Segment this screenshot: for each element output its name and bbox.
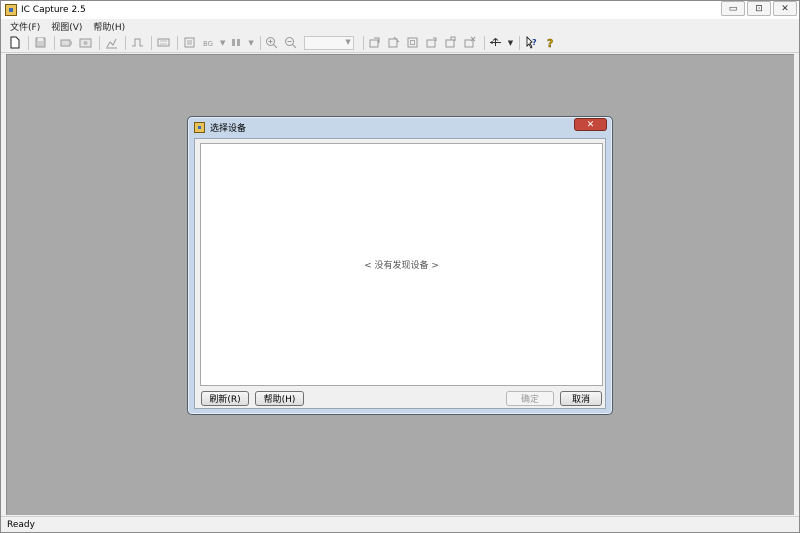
frame-filter-icon[interactable] <box>181 35 197 51</box>
usb-device-icon <box>488 35 504 51</box>
roi-icon[interactable] <box>386 35 402 51</box>
video-format-icon[interactable] <box>155 35 171 51</box>
dialog-close-button[interactable]: ✕ <box>574 118 607 131</box>
context-help-icon[interactable]: ? <box>523 35 539 51</box>
chevron-down-icon: ▼ <box>345 37 351 46</box>
help-icon[interactable]: ? <box>542 35 558 51</box>
close-button[interactable]: ✕ <box>773 1 797 16</box>
zoom-out-icon[interactable] <box>283 35 299 51</box>
color-format-icon: BG <box>200 35 216 51</box>
toolbar-separator <box>362 35 364 50</box>
snapshot-icon[interactable] <box>77 35 93 51</box>
menu-file[interactable]: 文件(F) <box>10 20 40 33</box>
dialog-app-icon <box>194 121 205 133</box>
svg-text:?: ? <box>547 37 553 49</box>
toolbar-separator <box>519 35 521 50</box>
help-button[interactable]: 帮助(H) <box>255 391 304 406</box>
flip-icon[interactable] <box>443 35 459 51</box>
rotate-icon[interactable] <box>424 35 440 51</box>
toolbar: BG ▼ ▼ ▼ ▼ ? ? <box>1 33 799 53</box>
histogram-icon[interactable] <box>103 35 119 51</box>
toolbar-separator <box>259 35 261 50</box>
cancel-button[interactable]: 取消 <box>560 391 602 406</box>
title-bar: IC Capture 2.5 ▭ ⊡ ✕ <box>1 1 799 19</box>
device-list-empty-message: < 没有发现设备 > <box>364 261 439 271</box>
status-text: Ready <box>7 519 35 530</box>
menu-view[interactable]: 视图(V) <box>51 20 82 33</box>
ok-button[interactable]: 确定 <box>506 391 554 406</box>
toolbar-separator <box>483 35 485 50</box>
dialog-body: < 没有发现设备 > 刷新(R) 帮助(H) 确定 取消 <box>194 138 606 409</box>
dialog-title-bar: 选择设备 ✕ <box>188 117 612 137</box>
chevron-down-icon: ▼ <box>248 38 254 47</box>
window-controls: ▭ ⊡ ✕ <box>719 1 797 16</box>
status-bar: Ready <box>1 516 799 532</box>
menu-help[interactable]: 帮助(H) <box>93 20 125 33</box>
app-icon <box>5 4 17 16</box>
svg-text:?: ? <box>532 38 537 47</box>
new-file-icon[interactable] <box>6 35 22 51</box>
device-settings-dropdown[interactable]: ▼ <box>228 35 254 51</box>
capture-to-clipboard-icon[interactable] <box>58 35 74 51</box>
chevron-down-icon: ▼ <box>220 38 226 47</box>
window-title: IC Capture 2.5 <box>21 5 86 15</box>
dialog-title: 选择设备 <box>210 123 247 134</box>
device-list[interactable]: < 没有发现设备 > <box>200 143 603 386</box>
refresh-button[interactable]: 刷新(R) <box>201 391 249 406</box>
properties-icon <box>228 35 244 51</box>
overlay-icon[interactable] <box>367 35 383 51</box>
fit-window-icon[interactable] <box>405 35 421 51</box>
select-device-dialog: 选择设备 ✕ < 没有发现设备 > 刷新(R) 帮助(H) 确定 取消 <box>187 116 613 415</box>
svg-text:BG: BG <box>203 40 213 48</box>
device-dropdown[interactable]: ▼ <box>488 35 513 51</box>
toolbar-separator <box>54 35 55 50</box>
chevron-down-icon: ▼ <box>507 38 514 47</box>
minimize-button[interactable]: ▭ <box>721 1 745 16</box>
zoom-in-icon[interactable] <box>264 35 280 51</box>
toolbar-separator <box>28 35 29 50</box>
toolbar-separator <box>125 35 126 50</box>
trigger-icon[interactable] <box>129 35 145 51</box>
save-icon[interactable] <box>32 35 48 51</box>
color-format-dropdown[interactable]: BG ▼ <box>200 35 226 51</box>
menu-bar: 文件(F) 视图(V) 帮助(H) <box>1 19 799 33</box>
maximize-button[interactable]: ⊡ <box>747 1 771 16</box>
zoom-combo[interactable]: ▼ <box>303 35 354 50</box>
toolbar-separator <box>177 35 178 50</box>
mirror-icon[interactable] <box>462 35 478 51</box>
toolbar-separator <box>151 35 152 50</box>
toolbar-separator <box>99 35 100 50</box>
